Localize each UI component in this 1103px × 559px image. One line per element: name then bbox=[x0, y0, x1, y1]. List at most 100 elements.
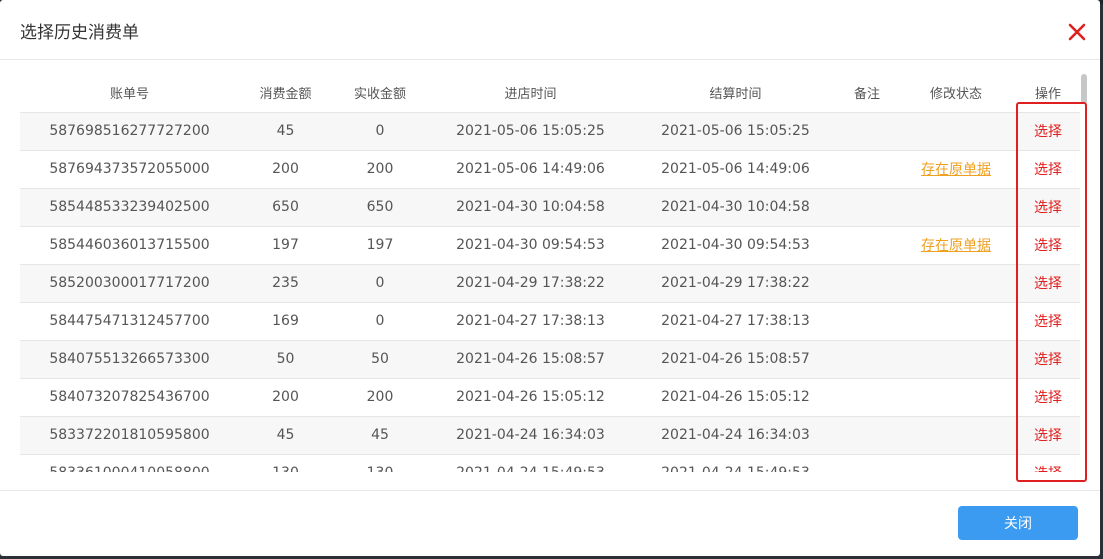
cell-received: 197 bbox=[332, 226, 428, 265]
cell-note bbox=[838, 112, 896, 151]
cell-amount: 200 bbox=[239, 378, 332, 417]
cell-settle-time: 2021-04-26 15:05:12 bbox=[633, 378, 838, 417]
table-row: 584073207825436700 200 200 2021-04-26 15… bbox=[20, 378, 1080, 417]
cell-bill-no: 587694373572055000 bbox=[20, 150, 239, 189]
cell-note bbox=[838, 302, 896, 341]
select-link[interactable]: 选择 bbox=[1034, 428, 1062, 444]
cell-amount: 130 bbox=[239, 454, 332, 472]
select-link[interactable]: 选择 bbox=[1034, 352, 1062, 368]
history-bill-dialog: 选择历史消费单 账单号 消费金额 实收金额 进店时间 结算时间 备注 修改状态 … bbox=[0, 0, 1100, 556]
cell-amount: 45 bbox=[239, 112, 332, 151]
cell-bill-no: 587698516277727200 bbox=[20, 112, 239, 151]
cell-bill-no: 584073207825436700 bbox=[20, 378, 239, 417]
cell-settle-time: 2021-04-30 10:04:58 bbox=[633, 188, 838, 227]
cell-received: 45 bbox=[332, 416, 428, 455]
cell-settle-time: 2021-04-24 16:34:03 bbox=[633, 416, 838, 455]
table-row: 585446036013715500 197 197 2021-04-30 09… bbox=[20, 226, 1080, 265]
cell-note bbox=[838, 150, 896, 189]
cell-enter-time: 2021-05-06 15:05:25 bbox=[428, 112, 633, 151]
cell-action: 选择 bbox=[1016, 112, 1080, 151]
select-link[interactable]: 选择 bbox=[1034, 276, 1062, 292]
cell-status bbox=[896, 302, 1016, 341]
header-received: 实收金额 bbox=[332, 74, 428, 113]
cell-received: 200 bbox=[332, 150, 428, 189]
scrollbar-thumb[interactable] bbox=[1081, 74, 1087, 104]
cell-settle-time: 2021-05-06 15:05:25 bbox=[633, 112, 838, 151]
cell-amount: 45 bbox=[239, 416, 332, 455]
cell-settle-time: 2021-05-06 14:49:06 bbox=[633, 150, 838, 189]
cell-status: 存在原单据 bbox=[896, 150, 1016, 189]
cell-action: 选择 bbox=[1016, 378, 1080, 417]
cell-settle-time: 2021-04-29 17:38:22 bbox=[633, 264, 838, 303]
vertical-scrollbar[interactable] bbox=[1080, 74, 1088, 472]
select-link[interactable]: 选择 bbox=[1034, 390, 1062, 406]
cell-bill-no: 585200300017717200 bbox=[20, 264, 239, 303]
table-row: 587694373572055000 200 200 2021-05-06 14… bbox=[20, 150, 1080, 189]
table-row: 585448533239402500 650 650 2021-04-30 10… bbox=[20, 188, 1080, 227]
status-link[interactable]: 存在原单据 bbox=[921, 162, 991, 178]
header-action: 操作 bbox=[1016, 74, 1080, 113]
cell-received: 0 bbox=[332, 112, 428, 151]
select-link[interactable]: 选择 bbox=[1034, 162, 1062, 178]
cell-bill-no: 585446036013715500 bbox=[20, 226, 239, 265]
select-link[interactable]: 选择 bbox=[1034, 200, 1062, 216]
cell-received: 130 bbox=[332, 454, 428, 472]
cell-action: 选择 bbox=[1016, 264, 1080, 303]
cell-enter-time: 2021-04-27 17:38:13 bbox=[428, 302, 633, 341]
header-bill-no: 账单号 bbox=[20, 74, 239, 113]
table-row: 585200300017717200 235 0 2021-04-29 17:3… bbox=[20, 264, 1080, 303]
cell-amount: 50 bbox=[239, 340, 332, 379]
select-link[interactable]: 选择 bbox=[1034, 238, 1062, 254]
cell-amount: 169 bbox=[239, 302, 332, 341]
cell-bill-no: 584475471312457700 bbox=[20, 302, 239, 341]
cell-status bbox=[896, 378, 1016, 417]
select-link[interactable]: 选择 bbox=[1034, 124, 1062, 140]
cell-enter-time: 2021-05-06 14:49:06 bbox=[428, 150, 633, 189]
footer-divider bbox=[0, 490, 1100, 491]
cell-status: 存在原单据 bbox=[896, 226, 1016, 265]
cell-note bbox=[838, 378, 896, 417]
cell-note bbox=[838, 454, 896, 472]
cell-received: 200 bbox=[332, 378, 428, 417]
cell-amount: 200 bbox=[239, 150, 332, 189]
cell-action: 选择 bbox=[1016, 454, 1080, 472]
cell-settle-time: 2021-04-26 15:08:57 bbox=[633, 340, 838, 379]
cell-status bbox=[896, 340, 1016, 379]
cell-amount: 650 bbox=[239, 188, 332, 227]
cell-note bbox=[838, 264, 896, 303]
cell-bill-no: 585448533239402500 bbox=[20, 188, 239, 227]
dialog-title: 选择历史消费单 bbox=[20, 23, 139, 43]
select-link[interactable]: 选择 bbox=[1034, 466, 1062, 472]
cell-received: 0 bbox=[332, 302, 428, 341]
cell-status bbox=[896, 416, 1016, 455]
header-enter-time: 进店时间 bbox=[428, 74, 633, 113]
cell-received: 50 bbox=[332, 340, 428, 379]
cell-note bbox=[838, 188, 896, 227]
cell-note bbox=[838, 226, 896, 265]
header-note: 备注 bbox=[838, 74, 896, 113]
select-link[interactable]: 选择 bbox=[1034, 314, 1062, 330]
cell-bill-no: 584075513266573300 bbox=[20, 340, 239, 379]
close-button[interactable]: 关闭 bbox=[958, 506, 1078, 540]
bill-table-scroll-area[interactable]: 账单号 消费金额 实收金额 进店时间 结算时间 备注 修改状态 操作 58769… bbox=[20, 74, 1080, 472]
table-header-row: 账单号 消费金额 实收金额 进店时间 结算时间 备注 修改状态 操作 bbox=[20, 74, 1080, 113]
cell-status bbox=[896, 112, 1016, 151]
header-amount: 消费金额 bbox=[239, 74, 332, 113]
cell-settle-time: 2021-04-30 09:54:53 bbox=[633, 226, 838, 265]
cell-note bbox=[838, 416, 896, 455]
cell-bill-no: 583361000410058800 bbox=[20, 454, 239, 472]
table-row: 584475471312457700 169 0 2021-04-27 17:3… bbox=[20, 302, 1080, 341]
cell-action: 选择 bbox=[1016, 226, 1080, 265]
cell-note bbox=[838, 340, 896, 379]
cell-action: 选择 bbox=[1016, 150, 1080, 189]
table-row: 584075513266573300 50 50 2021-04-26 15:0… bbox=[20, 340, 1080, 379]
cell-action: 选择 bbox=[1016, 302, 1080, 341]
cell-settle-time: 2021-04-24 15:49:53 bbox=[633, 454, 838, 472]
cell-action: 选择 bbox=[1016, 416, 1080, 455]
cell-enter-time: 2021-04-30 09:54:53 bbox=[428, 226, 633, 265]
close-x-icon[interactable] bbox=[1066, 21, 1088, 43]
cell-status bbox=[896, 188, 1016, 227]
cell-enter-time: 2021-04-29 17:38:22 bbox=[428, 264, 633, 303]
cell-enter-time: 2021-04-26 15:08:57 bbox=[428, 340, 633, 379]
status-link[interactable]: 存在原单据 bbox=[921, 238, 991, 254]
